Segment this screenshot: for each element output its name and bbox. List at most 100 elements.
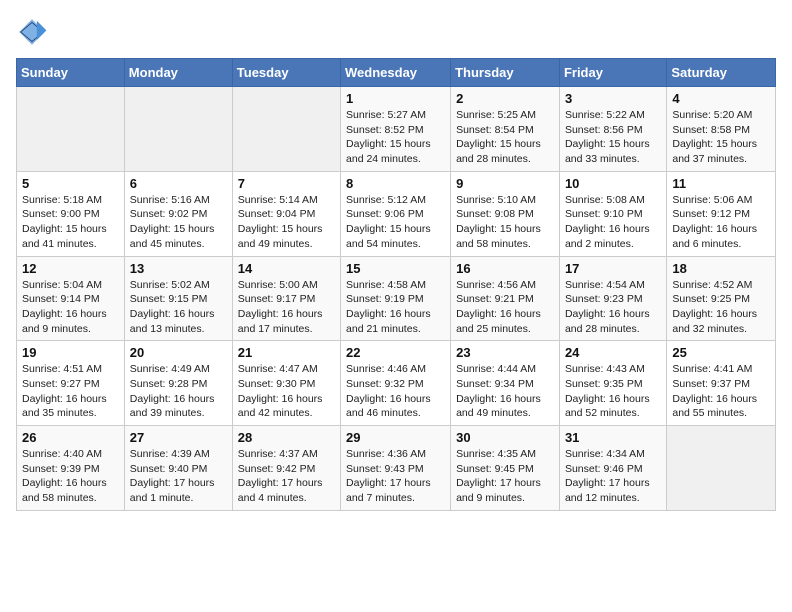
header (16, 16, 776, 48)
calendar-cell (232, 87, 340, 172)
calendar-cell: 19 Sunrise: 4:51 AM Sunset: 9:27 PM Dayli… (17, 341, 125, 426)
day-number: 12 (22, 261, 119, 276)
calendar-cell: 27Sunrise: 4:39 AM Sunset: 9:40 PM Dayli… (124, 426, 232, 511)
week-row-1: 1 Sunrise: 5:27 AM Sunset: 8:52 PM Daylig… (17, 87, 776, 172)
calendar-cell: 10 Sunrise: 5:08 AM Sunset: 9:10 PM Dayli… (559, 171, 666, 256)
day-info: Sunrise: 5:04 AM Sunset: 9:14 PM Dayligh… (22, 278, 119, 337)
calendar-cell: 5Sunrise: 5:18 AM Sunset: 9:00 PM Daylig… (17, 171, 125, 256)
calendar-cell: 9Sunrise: 5:10 AM Sunset: 9:08 PM Daylig… (451, 171, 560, 256)
day-info: Sunrise: 5:14 AM Sunset: 9:04 PM Dayligh… (238, 193, 335, 252)
calendar-cell: 8 Sunrise: 5:12 AM Sunset: 9:06 PM Daylig… (341, 171, 451, 256)
column-header-wednesday: Wednesday (341, 59, 451, 87)
day-info: Sunrise: 5:02 AM Sunset: 9:15 PM Dayligh… (130, 278, 227, 337)
week-row-2: 5Sunrise: 5:18 AM Sunset: 9:00 PM Daylig… (17, 171, 776, 256)
calendar-cell: 3 Sunrise: 5:22 AM Sunset: 8:56 PM Daylig… (559, 87, 666, 172)
day-number: 2 (456, 91, 554, 106)
day-info: Sunrise: 4:47 AM Sunset: 9:30 PM Dayligh… (238, 362, 335, 421)
calendar-cell: 15 Sunrise: 4:58 AM Sunset: 9:19 PM Dayli… (341, 256, 451, 341)
column-header-thursday: Thursday (451, 59, 560, 87)
day-number: 16 (456, 261, 554, 276)
calendar-cell: 30Sunrise: 4:35 AM Sunset: 9:45 PM Dayli… (451, 426, 560, 511)
calendar-cell: 14 Sunrise: 5:00 AM Sunset: 9:17 PM Dayli… (232, 256, 340, 341)
day-info: Sunrise: 5:16 AM Sunset: 9:02 PM Dayligh… (130, 193, 227, 252)
calendar-cell: 22 Sunrise: 4:46 AM Sunset: 9:32 PM Dayli… (341, 341, 451, 426)
column-header-sunday: Sunday (17, 59, 125, 87)
day-number: 8 (346, 176, 445, 191)
calendar-cell: 4Sunrise: 5:20 AM Sunset: 8:58 PM Daylig… (667, 87, 776, 172)
day-number: 5 (22, 176, 119, 191)
day-number: 27 (130, 430, 227, 445)
calendar-cell: 21 Sunrise: 4:47 AM Sunset: 9:30 PM Dayli… (232, 341, 340, 426)
day-info: Sunrise: 5:22 AM Sunset: 8:56 PM Dayligh… (565, 108, 661, 167)
day-info: Sunrise: 5:00 AM Sunset: 9:17 PM Dayligh… (238, 278, 335, 337)
calendar-cell: 7 Sunrise: 5:14 AM Sunset: 9:04 PM Daylig… (232, 171, 340, 256)
day-number: 3 (565, 91, 661, 106)
day-number: 25 (672, 345, 770, 360)
calendar-cell: 2 Sunrise: 5:25 AM Sunset: 8:54 PM Daylig… (451, 87, 560, 172)
calendar-cell: 18 Sunrise: 4:52 AM Sunset: 9:25 PM Dayli… (667, 256, 776, 341)
day-info: Sunrise: 4:51 AM Sunset: 9:27 PM Dayligh… (22, 362, 119, 421)
day-info: Sunrise: 5:27 AM Sunset: 8:52 PM Dayligh… (346, 108, 445, 167)
day-info: Sunrise: 4:44 AM Sunset: 9:34 PM Dayligh… (456, 362, 554, 421)
column-header-monday: Monday (124, 59, 232, 87)
day-info: Sunrise: 4:56 AM Sunset: 9:21 PM Dayligh… (456, 278, 554, 337)
day-number: 21 (238, 345, 335, 360)
day-info: Sunrise: 4:46 AM Sunset: 9:32 PM Dayligh… (346, 362, 445, 421)
week-row-4: 19 Sunrise: 4:51 AM Sunset: 9:27 PM Dayli… (17, 341, 776, 426)
day-info: Sunrise: 4:54 AM Sunset: 9:23 PM Dayligh… (565, 278, 661, 337)
day-number: 24 (565, 345, 661, 360)
day-number: 19 (22, 345, 119, 360)
calendar-cell: 17 Sunrise: 4:54 AM Sunset: 9:23 PM Dayli… (559, 256, 666, 341)
column-header-tuesday: Tuesday (232, 59, 340, 87)
calendar-cell: 6 Sunrise: 5:16 AM Sunset: 9:02 PM Daylig… (124, 171, 232, 256)
calendar-cell: 23Sunrise: 4:44 AM Sunset: 9:34 PM Dayli… (451, 341, 560, 426)
week-row-3: 12 Sunrise: 5:04 AM Sunset: 9:14 PM Dayli… (17, 256, 776, 341)
day-info: Sunrise: 5:25 AM Sunset: 8:54 PM Dayligh… (456, 108, 554, 167)
day-info: Sunrise: 5:20 AM Sunset: 8:58 PM Dayligh… (672, 108, 770, 167)
calendar-cell (667, 426, 776, 511)
calendar-table: SundayMondayTuesdayWednesdayThursdayFrid… (16, 58, 776, 511)
day-number: 14 (238, 261, 335, 276)
day-info: Sunrise: 5:08 AM Sunset: 9:10 PM Dayligh… (565, 193, 661, 252)
day-number: 18 (672, 261, 770, 276)
column-header-saturday: Saturday (667, 59, 776, 87)
day-number: 6 (130, 176, 227, 191)
day-number: 20 (130, 345, 227, 360)
logo-icon (16, 16, 48, 48)
day-info: Sunrise: 4:49 AM Sunset: 9:28 PM Dayligh… (130, 362, 227, 421)
day-info: Sunrise: 4:34 AM Sunset: 9:46 PM Dayligh… (565, 447, 661, 506)
day-info: Sunrise: 4:40 AM Sunset: 9:39 PM Dayligh… (22, 447, 119, 506)
calendar-header-row: SundayMondayTuesdayWednesdayThursdayFrid… (17, 59, 776, 87)
day-info: Sunrise: 4:58 AM Sunset: 9:19 PM Dayligh… (346, 278, 445, 337)
day-number: 22 (346, 345, 445, 360)
day-info: Sunrise: 4:36 AM Sunset: 9:43 PM Dayligh… (346, 447, 445, 506)
calendar-cell (124, 87, 232, 172)
day-number: 13 (130, 261, 227, 276)
day-number: 11 (672, 176, 770, 191)
calendar-cell: 24Sunrise: 4:43 AM Sunset: 9:35 PM Dayli… (559, 341, 666, 426)
day-number: 17 (565, 261, 661, 276)
calendar-cell: 29 Sunrise: 4:36 AM Sunset: 9:43 PM Dayli… (341, 426, 451, 511)
day-number: 1 (346, 91, 445, 106)
calendar-cell: 26 Sunrise: 4:40 AM Sunset: 9:39 PM Dayli… (17, 426, 125, 511)
day-number: 26 (22, 430, 119, 445)
calendar-cell (17, 87, 125, 172)
calendar-cell: 20 Sunrise: 4:49 AM Sunset: 9:28 PM Dayli… (124, 341, 232, 426)
logo-area (16, 16, 52, 48)
day-number: 29 (346, 430, 445, 445)
day-info: Sunrise: 4:41 AM Sunset: 9:37 PM Dayligh… (672, 362, 770, 421)
calendar-cell: 28Sunrise: 4:37 AM Sunset: 9:42 PM Dayli… (232, 426, 340, 511)
day-number: 7 (238, 176, 335, 191)
calendar-cell: 13 Sunrise: 5:02 AM Sunset: 9:15 PM Dayli… (124, 256, 232, 341)
day-info: Sunrise: 5:06 AM Sunset: 9:12 PM Dayligh… (672, 193, 770, 252)
day-info: Sunrise: 5:12 AM Sunset: 9:06 PM Dayligh… (346, 193, 445, 252)
calendar-cell: 1 Sunrise: 5:27 AM Sunset: 8:52 PM Daylig… (341, 87, 451, 172)
day-info: Sunrise: 4:35 AM Sunset: 9:45 PM Dayligh… (456, 447, 554, 506)
calendar-cell: 12 Sunrise: 5:04 AM Sunset: 9:14 PM Dayli… (17, 256, 125, 341)
calendar-cell: 31Sunrise: 4:34 AM Sunset: 9:46 PM Dayli… (559, 426, 666, 511)
day-number: 28 (238, 430, 335, 445)
day-number: 10 (565, 176, 661, 191)
week-row-5: 26 Sunrise: 4:40 AM Sunset: 9:39 PM Dayli… (17, 426, 776, 511)
day-info: Sunrise: 4:52 AM Sunset: 9:25 PM Dayligh… (672, 278, 770, 337)
day-number: 15 (346, 261, 445, 276)
